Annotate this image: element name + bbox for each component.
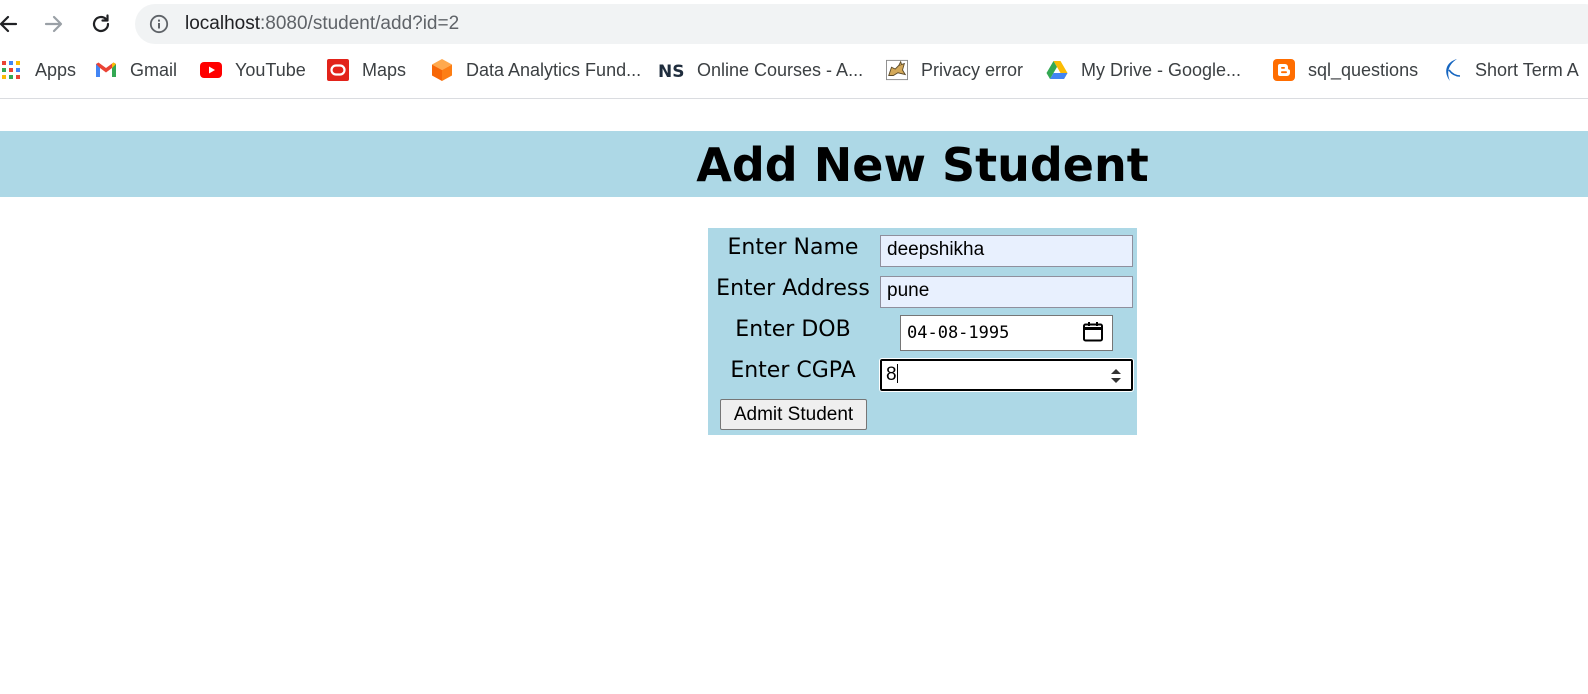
bookmark-youtube[interactable]: YouTube bbox=[200, 56, 306, 84]
name-label: Enter Name bbox=[727, 235, 859, 260]
dob-value: 04-08-1995 bbox=[907, 323, 1010, 343]
bookmark-apps[interactable]: Apps bbox=[0, 56, 76, 84]
bookmark-label: Data Analytics Fund... bbox=[466, 59, 642, 80]
back-arrow-icon bbox=[0, 15, 18, 33]
address-input[interactable]: pune bbox=[880, 276, 1133, 308]
site-info-icon[interactable] bbox=[149, 14, 169, 34]
address-label: Enter Address bbox=[716, 276, 870, 301]
url-text[interactable]: localhost:8080/student/add?id=2 bbox=[185, 4, 459, 44]
calendar-icon[interactable] bbox=[1082, 321, 1104, 354]
bookmark-data-analytics[interactable]: Data Analytics Fund... bbox=[431, 56, 641, 84]
bookmark-label: sql_questions bbox=[1308, 59, 1419, 80]
bookmark-label: Gmail bbox=[130, 59, 178, 80]
student-form: Enter Name deepshikha Enter Address pune… bbox=[708, 228, 1137, 435]
browser-toolbar: localhost:8080/student/add?id=2 bbox=[0, 0, 1588, 48]
page-title: Add New Student bbox=[696, 138, 1149, 192]
name-input[interactable]: deepshikha bbox=[880, 235, 1133, 267]
cgpa-value: 8 bbox=[886, 364, 897, 385]
address-bar[interactable]: localhost:8080/student/add?id=2 bbox=[135, 4, 1588, 44]
number-spinner-icon[interactable] bbox=[1109, 366, 1123, 395]
apps-grid-icon bbox=[0, 59, 22, 81]
cgpa-number-input[interactable]: 8 bbox=[879, 358, 1134, 392]
reload-button[interactable] bbox=[85, 8, 117, 40]
dob-date-input[interactable]: 04-08-1995 bbox=[900, 315, 1113, 351]
forward-arrow-icon bbox=[44, 15, 63, 33]
name-value: deepshikha bbox=[887, 239, 985, 260]
bookmark-maps[interactable]: Maps bbox=[327, 56, 406, 84]
bookmark-label: YouTube bbox=[235, 59, 306, 80]
bookmark-my-drive[interactable]: My Drive - Google... bbox=[1046, 56, 1241, 84]
reload-icon bbox=[92, 14, 110, 33]
admit-student-button[interactable]: Admit Student bbox=[720, 399, 867, 430]
swoosh-logo-icon bbox=[1440, 59, 1462, 81]
bookmark-label: Online Courses - A... bbox=[697, 59, 864, 80]
bookmark-privacy-error[interactable]: Privacy error bbox=[886, 56, 1023, 84]
oracle-icon bbox=[327, 59, 349, 81]
dob-label: Enter DOB bbox=[735, 317, 851, 342]
google-drive-icon bbox=[1046, 59, 1068, 81]
url-host: localhost bbox=[185, 13, 260, 34]
back-button[interactable] bbox=[0, 8, 24, 40]
ns-logo-icon: NS bbox=[658, 59, 684, 81]
bookmarks-bar: Apps Gmail YouTube Maps Data Analytics F… bbox=[0, 48, 1588, 99]
page-header: Add New Student bbox=[0, 131, 1588, 197]
blogger-icon bbox=[1273, 59, 1295, 81]
youtube-icon bbox=[200, 59, 222, 81]
gmail-icon bbox=[95, 59, 117, 81]
bookmark-label: My Drive - Google... bbox=[1081, 59, 1242, 80]
text-caret bbox=[896, 364, 898, 383]
address-value: pune bbox=[887, 280, 930, 301]
bookmark-online-courses[interactable]: NS Online Courses - A... bbox=[658, 56, 863, 84]
cube-icon bbox=[431, 59, 453, 81]
bookmark-label: Apps bbox=[35, 59, 77, 80]
bookmark-label: Short Term A bbox=[1475, 59, 1579, 80]
bookmark-label: Maps bbox=[362, 59, 407, 80]
bookmark-short-term[interactable]: Short Term A bbox=[1440, 56, 1579, 84]
cgpa-label: Enter CGPA bbox=[730, 358, 856, 383]
svg-text:NS: NS bbox=[658, 62, 684, 79]
forward-button[interactable] bbox=[38, 8, 70, 40]
url-path: :8080/student/add?id=2 bbox=[260, 13, 460, 34]
bookmark-sql-questions[interactable]: sql_questions bbox=[1273, 56, 1418, 84]
bookmark-gmail[interactable]: Gmail bbox=[95, 56, 177, 84]
bookmark-label: Privacy error bbox=[921, 59, 1024, 80]
tomcat-icon bbox=[886, 59, 908, 81]
